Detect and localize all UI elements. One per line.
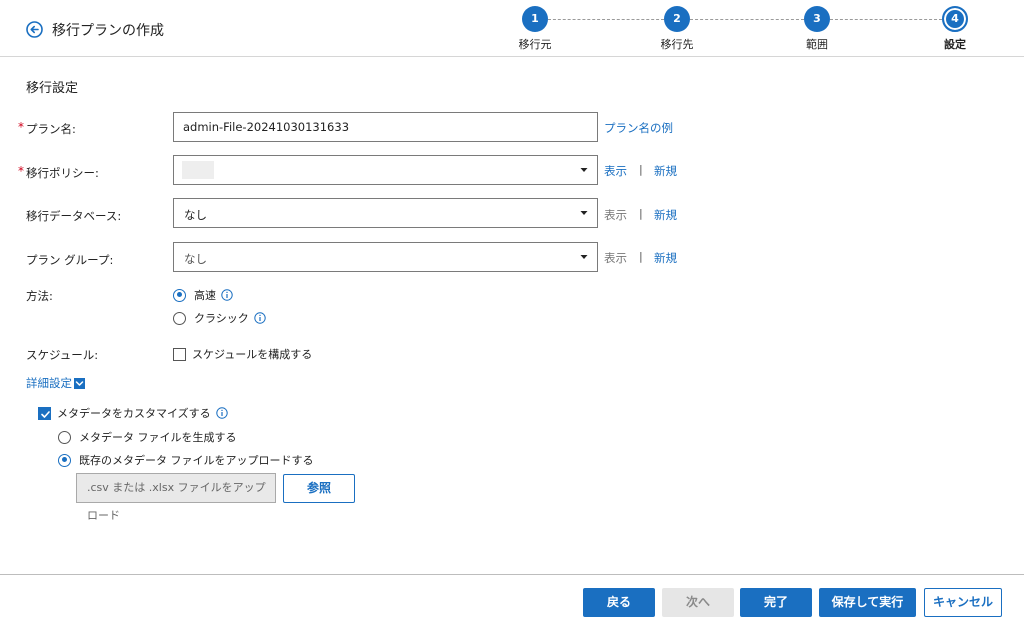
plan-group-selected-value: なし (184, 252, 207, 266)
customize-metadata-row[interactable]: メタデータをカスタマイズする (38, 405, 228, 421)
info-icon[interactable] (221, 289, 233, 301)
method-label: 方法: (26, 289, 53, 303)
step-destination[interactable]: 2 移行先 (647, 6, 707, 52)
generate-metadata-label: メタデータ ファイルを生成する (79, 431, 237, 444)
database-selected-value: なし (184, 208, 207, 222)
policy-view-link[interactable]: 表示 (604, 163, 627, 179)
step-settings[interactable]: 4 設定 (925, 6, 985, 52)
radio-button[interactable] (58, 430, 71, 444)
database-view-link: 表示 (604, 208, 627, 222)
customize-metadata-label: メタデータをカスタマイズする (57, 407, 211, 420)
step-scope[interactable]: 3 範囲 (787, 6, 847, 52)
schedule-checkbox-row[interactable]: スケジュールを構成する (173, 346, 312, 362)
cancel-button[interactable]: キャンセル (924, 588, 1002, 617)
policy-select[interactable] (173, 155, 598, 185)
advanced-settings-label: 詳細設定 (26, 376, 72, 390)
metadata-upload-field[interactable]: .csv または .xlsx ファイルをアップロード (76, 473, 276, 522)
schedule-checkbox[interactable] (173, 347, 186, 361)
info-icon[interactable] (215, 407, 228, 419)
step-number: 4 (942, 6, 968, 32)
radio-button[interactable] (173, 288, 186, 302)
section-title: 移行設定 (26, 81, 79, 96)
plan-name-input[interactable] (173, 112, 598, 142)
customize-metadata-checkbox[interactable] (38, 406, 51, 420)
step-source[interactable]: 1 移行元 (505, 6, 565, 52)
step-label: 設定 (944, 38, 966, 51)
advanced-settings-toggle[interactable]: 詳細設定 (26, 375, 85, 391)
policy-selected-value (182, 161, 214, 179)
plan-name-label: プラン名: (26, 122, 76, 136)
step-number: 3 (804, 6, 830, 32)
dropdown-arrow-icon (580, 168, 588, 172)
plan-group-select[interactable]: なし (173, 242, 598, 272)
radio-button[interactable] (173, 311, 186, 325)
policy-label: 移行ポリシー: (26, 166, 99, 180)
policy-new-link[interactable]: 新規 (654, 163, 677, 179)
step-label: 範囲 (806, 38, 828, 51)
plan-group-label: プラン グループ: (26, 253, 114, 267)
next-button: 次へ (662, 588, 734, 617)
plan-group-new-link[interactable]: 新規 (654, 250, 677, 266)
method-fast-label: 高速 (194, 289, 216, 302)
info-icon[interactable] (254, 312, 266, 324)
step-number: 2 (664, 6, 690, 32)
required-marker: * (18, 164, 24, 178)
chevron-down-icon (74, 377, 85, 389)
plan-group-view-link: 表示 (604, 251, 627, 265)
method-classic-label: クラシック (194, 312, 249, 325)
back-button[interactable]: 戻る (583, 588, 655, 617)
page-header: 移行プランの作成 1 移行元 2 移行先 3 範囲 4 設定 (0, 0, 1024, 57)
upload-metadata-label: 既存のメタデータ ファイルをアップロードする (79, 454, 314, 467)
database-label: 移行データベース: (26, 209, 122, 223)
database-select[interactable]: なし (173, 198, 598, 228)
step-number: 1 (522, 6, 548, 32)
database-new-link[interactable]: 新規 (654, 207, 677, 223)
radio-button[interactable] (58, 453, 71, 467)
plan-name-example-link[interactable]: プラン名の例 (604, 120, 673, 136)
schedule-label: スケジュール: (26, 348, 99, 362)
dropdown-arrow-icon (580, 211, 588, 215)
footer-bar: 戻る 次へ 完了 保存して実行 キャンセル (0, 574, 1024, 631)
generate-metadata-option[interactable]: メタデータ ファイルを生成する (58, 429, 237, 445)
save-and-run-button[interactable]: 保存して実行 (819, 588, 916, 617)
required-marker: * (18, 120, 24, 134)
schedule-checkbox-label: スケジュールを構成する (192, 348, 313, 361)
wizard-stepper: 1 移行元 2 移行先 3 範囲 4 設定 (0, 0, 1024, 57)
link-separator: | (639, 207, 643, 220)
step-label: 移行先 (660, 38, 694, 51)
browse-button[interactable]: 参照 (283, 474, 355, 503)
link-separator: | (639, 250, 643, 263)
dropdown-arrow-icon (580, 255, 588, 259)
method-fast-option[interactable]: 高速 (173, 287, 233, 303)
link-separator: | (639, 163, 643, 176)
step-label: 移行元 (518, 38, 552, 51)
method-classic-option[interactable]: クラシック (173, 310, 266, 326)
finish-button[interactable]: 完了 (740, 588, 812, 617)
upload-metadata-option[interactable]: 既存のメタデータ ファイルをアップロードする (58, 452, 314, 468)
